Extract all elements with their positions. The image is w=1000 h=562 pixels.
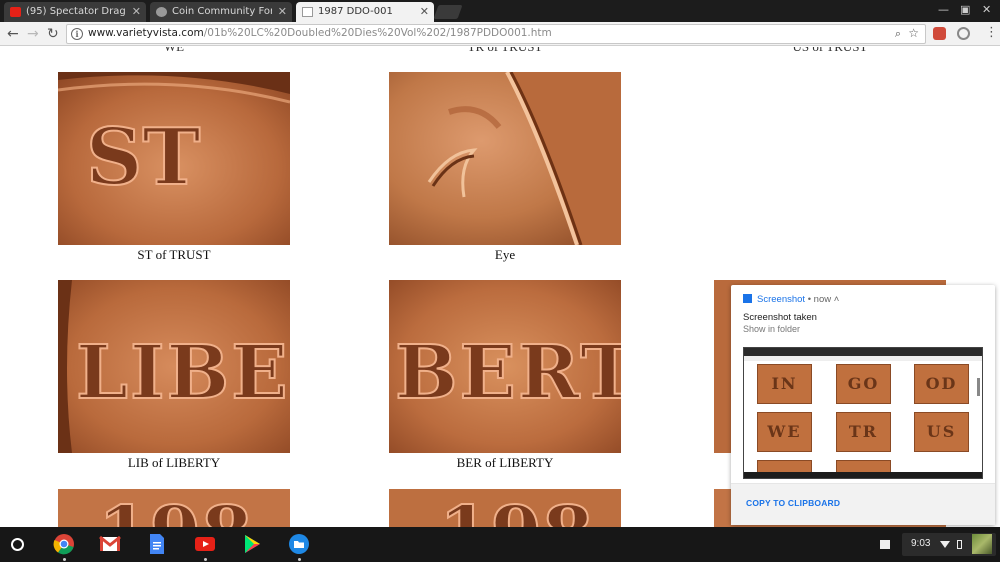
thumb-coin: IN <box>757 364 812 404</box>
caption-we: WE <box>58 47 290 55</box>
back-arrow-icon[interactable]: ← <box>7 25 19 43</box>
caption-eye: Eye <box>494 247 516 262</box>
notification-header: Screenshot • now ˄ <box>743 294 839 305</box>
running-indicator <box>298 558 301 561</box>
coin-image-eye[interactable] <box>389 72 621 245</box>
thumb-coin: GO <box>836 364 891 404</box>
chrome-icon[interactable] <box>53 533 75 561</box>
info-icon[interactable]: i <box>71 28 83 40</box>
url-host: www.varietyvista.com <box>88 27 204 39</box>
caption-ber-of-liberty: BER of LIBERTY <box>456 455 554 470</box>
tab-close-icon[interactable]: ✕ <box>278 2 287 22</box>
coin-letters: 198 <box>98 491 252 527</box>
tab-youtube[interactable]: (95) Spectator Drags Do ✕ <box>4 2 146 22</box>
coin-image-lib-of-liberty[interactable]: LIBE <box>58 280 290 453</box>
window-close-icon[interactable]: ✕ <box>982 3 991 16</box>
gmail-icon[interactable] <box>99 533 121 555</box>
chevron-up-icon[interactable]: ˄ <box>831 294 840 305</box>
notification-app-name: Screenshot <box>757 294 806 305</box>
coin-letters: ST <box>86 112 200 203</box>
coin-letters: 198 <box>439 491 593 527</box>
chromeos-shelf: 9:03 <box>0 527 1000 562</box>
running-indicator <box>204 558 207 561</box>
coin-letters: LIBE <box>76 330 290 416</box>
thumb-coin: WE <box>757 412 812 452</box>
status-area[interactable]: 9:03 <box>902 533 996 556</box>
menu-dots-icon[interactable]: ⋮ <box>985 25 998 40</box>
show-in-folder-link[interactable]: Show in folder <box>743 324 800 334</box>
browser-toolbar: ← → ↻ i www.varietyvista.com/01b%20LC%20… <box>0 22 1000 46</box>
copy-to-clipboard-button[interactable]: COPY TO CLIPBOARD <box>746 498 840 508</box>
coin-letters: BERT <box>395 330 621 416</box>
clock: 9:03 <box>911 538 931 549</box>
tab-1987-ddo[interactable]: 1987 DDO-001 ✕ <box>296 2 434 22</box>
thumb-coin: OD <box>914 364 969 404</box>
address-bar[interactable]: i www.varietyvista.com/01b%20LC%20Double… <box>66 24 926 44</box>
page-favicon-icon <box>302 7 313 17</box>
extension-icon[interactable] <box>933 27 946 40</box>
battery-icon <box>957 540 962 549</box>
play-store-icon[interactable] <box>241 533 263 555</box>
tab-title: 1987 DDO-001 <box>318 6 393 17</box>
caption-tr-of-trust: TR of TRUST <box>389 47 621 55</box>
restore-icon[interactable]: ▣ <box>960 3 970 16</box>
minimize-icon[interactable]: — <box>938 3 949 16</box>
caption-lib-of-liberty: LIB of LIBERTY <box>127 455 221 470</box>
coin-image-date-1[interactable]: 198 <box>58 489 290 527</box>
zoom-icon[interactable]: ⌕ <box>895 27 901 41</box>
caption-st-of-trust: ST of TRUST <box>137 247 211 262</box>
launcher-icon[interactable] <box>11 538 24 551</box>
coin-image-date-2[interactable]: 198 <box>389 489 621 527</box>
notification-title: Screenshot taken <box>743 312 817 323</box>
docs-icon[interactable] <box>146 533 168 555</box>
bookmark-star-icon[interactable]: ☆ <box>908 26 919 40</box>
coin-favicon-icon <box>156 7 167 17</box>
wifi-icon <box>940 541 950 548</box>
tab-strip: (95) Spectator Drags Do ✕ Coin Community… <box>0 0 1000 22</box>
new-tab-button[interactable] <box>433 5 463 19</box>
url-path: /01b%20LC%20Doubled%20Dies%20Vol%202/198… <box>203 27 552 39</box>
thumb-coin: TR <box>836 412 891 452</box>
notification-action-bar: COPY TO CLIPBOARD <box>731 483 995 525</box>
tab-close-icon[interactable]: ✕ <box>132 2 141 22</box>
thumb-tabstrip <box>744 348 982 356</box>
files-icon[interactable] <box>288 533 310 561</box>
youtube-favicon-icon <box>10 7 21 17</box>
url-text[interactable]: www.varietyvista.com/01b%20LC%20Doubled%… <box>88 27 552 39</box>
thumb-toolbar <box>744 356 982 361</box>
image-icon <box>743 294 752 303</box>
screenshot-notification[interactable]: Screenshot • now ˄ Screenshot taken Show… <box>731 285 995 525</box>
thumb-shelf <box>744 472 982 478</box>
running-indicator <box>63 558 66 561</box>
screenshot-thumbnail[interactable]: IN GO OD WE TR US <box>743 347 983 479</box>
forward-arrow-icon[interactable]: → <box>27 25 39 43</box>
notification-time: now <box>813 294 832 305</box>
caption-us-of-trust: US of TRUST <box>714 47 946 55</box>
tab-close-icon[interactable]: ✕ <box>420 2 429 22</box>
extension-circle-icon[interactable] <box>957 27 970 40</box>
avatar <box>972 534 992 554</box>
tab-title: Coin Community Forum <box>172 6 272 17</box>
coin-image-ber-of-liberty[interactable]: BERT <box>389 280 621 453</box>
tab-title: (95) Spectator Drags Do <box>26 6 126 17</box>
thumb-scrollbar <box>977 378 980 396</box>
tab-coin-community[interactable]: Coin Community Forum ✕ <box>150 2 292 22</box>
thumb-coin: US <box>914 412 969 452</box>
coin-image-st-of-trust[interactable]: ST <box>58 72 290 245</box>
screenshot-tray-icon[interactable] <box>880 540 890 549</box>
reload-icon[interactable]: ↻ <box>47 25 59 43</box>
youtube-icon[interactable] <box>194 533 216 561</box>
